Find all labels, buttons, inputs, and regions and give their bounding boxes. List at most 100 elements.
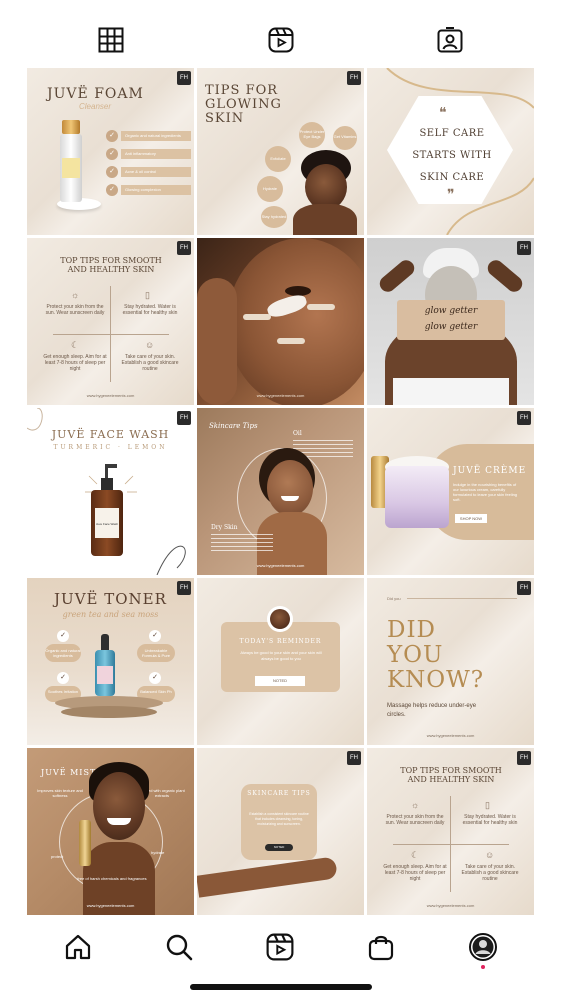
- post-skincare-tips-hand[interactable]: FH SKINCARE TIPS Establish a consistent …: [197, 748, 364, 915]
- badge: FH: [517, 411, 531, 425]
- tip-text: Get enough sleep. Aim for at least 7-8 h…: [43, 354, 107, 372]
- post-title: JUVË CRÈME: [453, 466, 527, 476]
- stone-platform: [61, 706, 157, 718]
- shop-now-button[interactable]: SHOP NOW: [455, 514, 487, 523]
- search-icon[interactable]: [164, 932, 194, 962]
- post-juve-mist[interactable]: JUVË MIST Improves skin texture and soft…: [27, 748, 194, 915]
- check-icon: ✓: [57, 630, 69, 642]
- grid-icon[interactable]: [97, 26, 125, 54]
- moon-icon: ☾: [411, 850, 420, 860]
- dropper-top: [101, 634, 109, 650]
- divider: [407, 598, 517, 599]
- post-face-mask-model[interactable]: FH glow getter glow getter: [367, 238, 534, 405]
- moon-icon: ☾: [71, 340, 80, 350]
- face-icon: ☺: [485, 850, 495, 860]
- model-arm: [484, 257, 526, 295]
- reminder-text: Always be good to your skin and your ski…: [240, 650, 322, 661]
- post-title: TOP TIPS FOR SMOOTH AND HEALTHY SKIN: [400, 766, 502, 784]
- post-top-tips[interactable]: FH TOP TIPS FOR SMOOTH AND HEALTHY SKIN …: [27, 238, 194, 405]
- post-juve-toner[interactable]: FH JUVË TONER green tea and sea moss ✓ O…: [27, 578, 194, 745]
- website-url: www.hygeneelements.com: [426, 733, 475, 738]
- post-juve-face-wash[interactable]: FH JUVË FACE WASH TURMERIC · LEMON Juve …: [27, 408, 194, 575]
- profile-tab-bar: [0, 0, 562, 68]
- avatar: [270, 609, 290, 629]
- overlay-text: glow getter: [424, 322, 478, 332]
- shop-icon[interactable]: [366, 932, 396, 962]
- post-top-tips-2[interactable]: FH TOP TIPS FOR SMOOTH AND HEALTHY SKIN …: [367, 748, 534, 915]
- tip-heading: Oil: [293, 430, 302, 437]
- bottle-label: Juve Face Wash: [95, 508, 119, 538]
- face-icon: ☺: [145, 340, 155, 350]
- post-cream-face-closeup[interactable]: www.hygeneelements.com: [197, 238, 364, 405]
- reels-icon[interactable]: [265, 932, 295, 962]
- mist-bottle: [79, 820, 91, 866]
- tip-bubble: Hydrate: [257, 176, 283, 202]
- post-title: SKINCARE TIPS: [247, 790, 311, 797]
- tip-heading: Dry Skin: [211, 524, 238, 531]
- post-juve-foam[interactable]: FH JUVË FOAM Cleanser ✓ Organic and natu…: [27, 68, 194, 235]
- badge: FH: [517, 751, 531, 765]
- feature-item: Anti inflammatory: [121, 149, 191, 159]
- pump-collar: [101, 478, 113, 490]
- post-subtitle: green tea and sea moss: [62, 610, 159, 619]
- tip-text: Protect your skin from the sun. Wear sun…: [45, 304, 105, 316]
- bottle-pump: [62, 120, 80, 134]
- post-juve-creme[interactable]: FH JUVË CRÈME Indulge in the nourishing …: [367, 408, 534, 575]
- profile-icon[interactable]: [468, 932, 498, 962]
- sun-icon: ☼: [411, 800, 420, 810]
- feature-item: Glowing complexion: [121, 185, 191, 195]
- quote-open-icon: ❝: [439, 104, 447, 120]
- post-did-you-know[interactable]: FH Did you DID YOU KNOW? Massage helps r…: [367, 578, 534, 745]
- pump-head: [105, 464, 117, 468]
- tip-body-lines: [211, 534, 273, 554]
- post-title: TOP TIPS FOR SMOOTH AND HEALTHY SKIN: [60, 256, 162, 274]
- tip-bubble: Get Vitamins: [333, 126, 357, 150]
- tagged-icon[interactable]: [436, 26, 464, 54]
- feature-text: free of harsh chemicals and fragrances: [77, 876, 147, 881]
- feature-item: Organic and natural ingredients: [45, 644, 81, 662]
- post-skincare-tips-oil[interactable]: Skincare Tips Oil Dry Skin www.hygeneele…: [197, 408, 364, 575]
- post-self-care-quote[interactable]: ❝ SELF CARE STARTS WITH SKIN CARE ❞: [367, 68, 534, 235]
- noted-button[interactable]: NOTED: [255, 676, 305, 686]
- website-url: www.hygeneelements.com: [256, 563, 305, 568]
- feature-text: protect: [51, 854, 64, 859]
- bottle-label: [62, 158, 80, 178]
- badge: FH: [347, 71, 361, 85]
- check-icon: ✓: [106, 148, 118, 160]
- model-face: [93, 772, 145, 840]
- notification-dot: [481, 965, 485, 969]
- post-tips-glowing-skin[interactable]: FH TIPS FOR GLOWING SKIN Protect Under E…: [197, 68, 364, 235]
- reels-tab-icon[interactable]: [267, 26, 295, 54]
- feature-item: Unbreakable Formula & Pure: [137, 644, 175, 662]
- check-icon: ✓: [57, 672, 69, 684]
- post-title: DID YOU KNOW?: [387, 617, 485, 693]
- post-title: JUVË MIST: [41, 768, 97, 777]
- tip-text: Stay hydrated. Water is essential for he…: [462, 814, 518, 826]
- fact-text: Massage helps reduce under-eye circles.: [387, 703, 477, 718]
- check-icon: ✓: [106, 130, 118, 142]
- tip-text: Protect your skin from the sun. Wear sun…: [385, 814, 445, 826]
- feature-item: Acne & oil control: [121, 167, 191, 177]
- quote-close-icon: ❞: [447, 186, 455, 202]
- home-icon[interactable]: [63, 932, 93, 962]
- model-hand: [197, 278, 237, 405]
- divider: [393, 844, 509, 845]
- bottle-label: [97, 666, 113, 684]
- noted-button[interactable]: NOTED: [265, 844, 293, 851]
- tip-text: Get enough sleep. Aim for at least 7-8 h…: [383, 864, 447, 882]
- website-url: www.hygeneelements.com: [86, 393, 135, 398]
- post-label: Did you: [387, 596, 401, 601]
- model-face: [267, 460, 313, 516]
- website-url: www.hygeneelements.com: [86, 903, 135, 908]
- website-url: www.hygeneelements.com: [256, 393, 305, 398]
- tip-text: Take care of your skin. Establish a good…: [121, 354, 179, 372]
- badge: FH: [347, 751, 361, 765]
- model-face: [227, 238, 364, 405]
- tip-text: Stay hydrated. Water is essential for he…: [122, 304, 178, 316]
- model-shoulders: [293, 204, 357, 235]
- cream-jar: [385, 466, 449, 528]
- post-title: JUVË FACE WASH: [51, 428, 170, 441]
- post-todays-reminder[interactable]: TODAY'S REMINDER Always be good to your …: [197, 578, 364, 745]
- quote-text: SELF CARE STARTS WITH SKIN CARE: [412, 128, 492, 183]
- badge: FH: [177, 71, 191, 85]
